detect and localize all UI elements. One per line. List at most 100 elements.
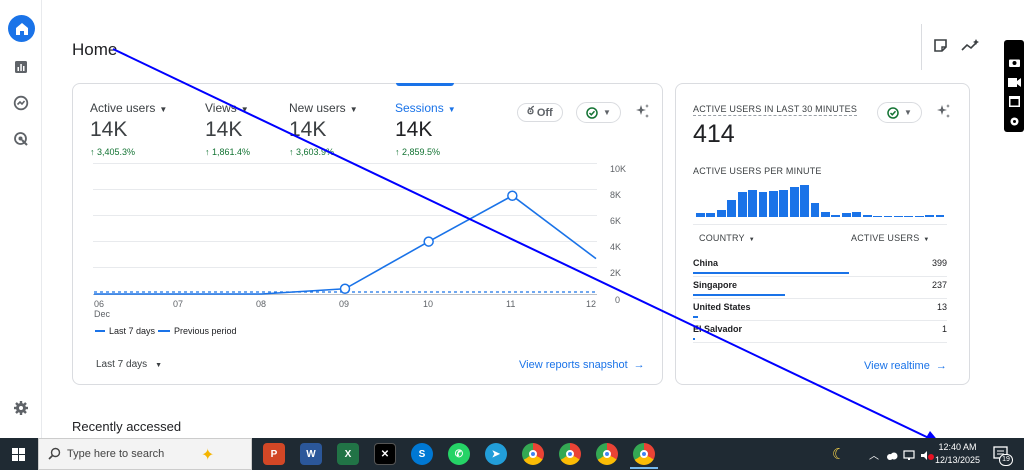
floating-capture-toolbar: [1004, 40, 1024, 132]
divider: [693, 224, 947, 225]
country-share-bar: [693, 316, 698, 318]
country-active-users: 399: [931, 258, 947, 268]
realtime-heading: ACTIVE USERS IN LAST 30 MINUTES: [693, 104, 858, 116]
notification-count-badge: 19: [999, 454, 1013, 466]
weather-moon-icon[interactable]: ☾: [832, 445, 845, 463]
window-icon[interactable]: [1009, 94, 1020, 112]
windows-start-icon[interactable]: [12, 448, 25, 466]
word-icon[interactable]: W: [300, 443, 322, 465]
chrome-profile-icon[interactable]: [633, 443, 655, 465]
search-placeholder: Type here to search: [67, 448, 165, 460]
per-minute-bar[interactable]: [914, 215, 924, 217]
country-active-users: 13: [936, 302, 947, 312]
per-minute-bar[interactable]: [925, 214, 935, 217]
per-minute-bar[interactable]: [737, 192, 747, 217]
telegram-icon[interactable]: ➤: [485, 443, 507, 465]
date-range-dropdown[interactable]: Last 7 days ▼: [96, 359, 162, 370]
search-highlight-sparkle-icon[interactable]: ✦: [201, 445, 214, 465]
chevron-down-icon: ▼: [904, 108, 912, 117]
row-divider: [693, 320, 947, 321]
taskbar-clock[interactable]: 12:40 AM 12/13/2025: [935, 441, 980, 467]
realtime-active-users-value: 414: [693, 120, 735, 148]
row-divider: [693, 342, 947, 343]
per-minute-bar-chart: [696, 182, 946, 217]
per-minute-bar[interactable]: [789, 187, 799, 217]
per-minute-bar[interactable]: [696, 213, 705, 217]
country-name: United States: [693, 302, 751, 312]
legend-current: Last 7 days: [95, 326, 155, 336]
skype-icon[interactable]: S: [411, 443, 433, 465]
per-minute-bar[interactable]: [716, 209, 726, 217]
show-hidden-icons-chevron-icon[interactable]: ︿: [869, 447, 879, 462]
row-divider: [693, 298, 947, 299]
per-minute-bar[interactable]: [758, 192, 768, 217]
chrome-profile-icon[interactable]: [559, 443, 581, 465]
active-users-column-header[interactable]: ACTIVE USERS ▼: [851, 233, 930, 243]
per-minute-bar[interactable]: [904, 215, 914, 217]
country-name: China: [693, 258, 719, 268]
per-minute-bar[interactable]: [768, 191, 778, 217]
whatsapp-icon[interactable]: ✆: [448, 443, 470, 465]
data-point[interactable]: [339, 283, 351, 295]
camera-icon[interactable]: [1009, 54, 1020, 72]
legend-previous: Previous period: [158, 326, 237, 336]
legend-previous-swatch: [158, 330, 170, 332]
chrome-profile-icon[interactable]: [596, 443, 618, 465]
last-7-days-line: [94, 194, 597, 295]
per-minute-bar[interactable]: [706, 213, 716, 217]
country-active-users: 237: [931, 280, 947, 290]
per-minute-bar[interactable]: [727, 199, 737, 217]
per-minute-bar[interactable]: [748, 189, 757, 217]
per-minute-bar[interactable]: [779, 189, 789, 217]
per-minute-bar[interactable]: [810, 203, 820, 217]
per-minute-bar[interactable]: [862, 214, 872, 217]
chrome-icon[interactable]: [522, 443, 544, 465]
country-share-bar: [693, 294, 786, 296]
active-app-indicator: [630, 467, 658, 469]
country-name: Singapore: [693, 280, 738, 290]
per-minute-bar[interactable]: [841, 213, 851, 217]
country-share-bar: [693, 338, 695, 340]
view-reports-snapshot-link[interactable]: View reports snapshot →: [519, 359, 645, 371]
powerpoint-icon[interactable]: P: [263, 443, 285, 465]
recently-accessed-heading: Recently accessed: [72, 419, 182, 434]
country-active-users: 1: [941, 324, 947, 334]
capcut-icon[interactable]: ✕: [374, 443, 396, 465]
sparkle-insights-icon[interactable]: [935, 103, 952, 125]
chevron-down-icon: ▼: [155, 362, 163, 369]
per-minute-label: ACTIVE USERS PER MINUTE: [693, 166, 822, 176]
legend-current-label: Last 7 days: [109, 326, 156, 336]
taskbar-search-input[interactable]: Type here to search ✦: [38, 438, 252, 470]
per-minute-bar[interactable]: [873, 215, 882, 217]
data-point[interactable]: [423, 236, 434, 247]
country-name: El Salvador: [693, 324, 743, 334]
per-minute-bar[interactable]: [935, 214, 945, 217]
clock-date: 12/13/2025: [935, 455, 981, 465]
country-share-bar: [693, 272, 849, 274]
per-minute-bar[interactable]: [893, 215, 903, 217]
country-column-header[interactable]: COUNTRY ▼: [699, 233, 755, 243]
per-minute-bar[interactable]: [852, 212, 862, 217]
per-minute-bar[interactable]: [883, 215, 893, 217]
notification-center-icon[interactable]: 19: [993, 446, 1013, 467]
network-icon[interactable]: [903, 448, 915, 466]
per-minute-bar[interactable]: [800, 185, 810, 217]
video-camera-icon[interactable]: [1008, 74, 1021, 92]
search-icon: [48, 447, 61, 463]
settings-gear-icon[interactable]: [1009, 114, 1020, 132]
row-divider: [693, 276, 947, 277]
excel-icon[interactable]: X: [337, 443, 359, 465]
onedrive-icon[interactable]: [886, 448, 898, 466]
arrow-right-icon: →: [935, 360, 947, 372]
clock-time: 12:40 AM: [938, 442, 977, 452]
data-point[interactable]: [507, 190, 518, 201]
view-realtime-link[interactable]: View realtime →: [864, 360, 947, 372]
legend-previous-label: Previous period: [174, 326, 237, 336]
legend-current-swatch: [95, 330, 105, 332]
realtime-data-quality-dropdown[interactable]: ▼: [877, 102, 922, 123]
volume-muted-icon[interactable]: [920, 448, 934, 466]
arrow-right-icon: →: [633, 359, 645, 371]
per-minute-bar[interactable]: [831, 214, 841, 217]
check-circle-icon: [887, 106, 899, 119]
per-minute-bar[interactable]: [821, 212, 830, 217]
